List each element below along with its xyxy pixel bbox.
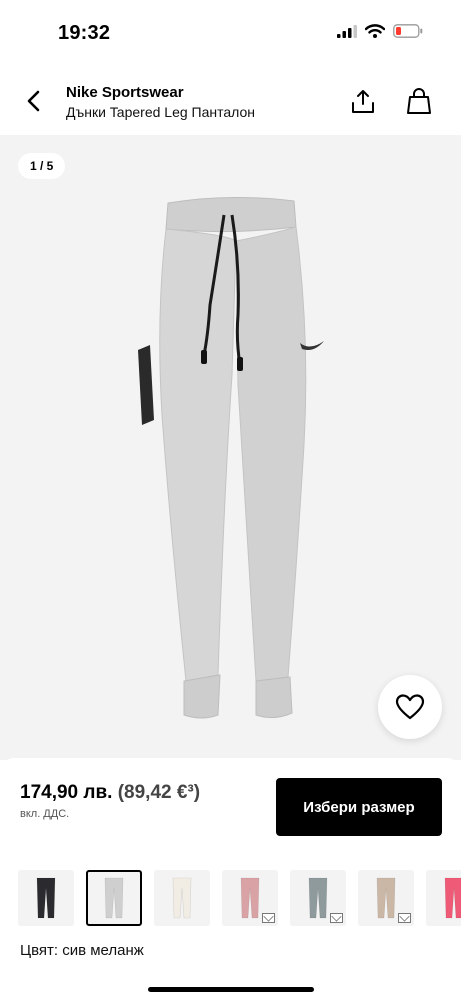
price-euro: (89,42 €³) bbox=[117, 782, 201, 803]
share-button[interactable] bbox=[348, 86, 378, 116]
vat-note: вкл. ДДС. bbox=[20, 808, 70, 820]
signal-icon bbox=[337, 24, 357, 43]
swatch-pants-thumbnail bbox=[308, 877, 328, 919]
product-gallery[interactable]: 1 / 5 bbox=[0, 135, 461, 760]
product-image[interactable] bbox=[128, 195, 328, 725]
price: 174,90 лв. bbox=[20, 782, 113, 803]
purchase-panel: 174,90 лв. (89,42 €³) вкл. ДДС. Избери р… bbox=[0, 758, 461, 999]
brand-name: Nike Sportswear bbox=[66, 84, 184, 101]
notify-mail-icon bbox=[330, 913, 343, 923]
home-indicator bbox=[148, 987, 314, 992]
swatch-pants-thumbnail bbox=[104, 877, 124, 919]
color-swatch-white[interactable] bbox=[154, 870, 210, 926]
bag-icon bbox=[407, 88, 431, 114]
bag-button[interactable] bbox=[404, 86, 434, 116]
notify-mail-icon bbox=[398, 913, 411, 923]
product-name: Дънки Tapered Leg Панталон bbox=[66, 104, 255, 120]
color-swatches bbox=[18, 870, 461, 928]
wifi-icon bbox=[364, 24, 386, 43]
color-swatch-beige[interactable] bbox=[358, 870, 414, 926]
share-icon bbox=[352, 90, 374, 113]
page-counter: 1 / 5 bbox=[18, 153, 66, 179]
color-label: Цвят: сив меланж bbox=[20, 942, 144, 959]
wishlist-button[interactable] bbox=[378, 675, 442, 739]
color-swatch-black[interactable] bbox=[18, 870, 74, 926]
battery-low-icon bbox=[393, 24, 423, 43]
swatch-pants-thumbnail bbox=[240, 877, 260, 919]
heart-icon bbox=[395, 694, 425, 720]
status-time: 19:32 bbox=[58, 22, 111, 44]
price-line: 174,90 лв. (89,42 €³) bbox=[20, 782, 200, 804]
color-swatch-grey[interactable] bbox=[86, 870, 142, 926]
select-size-button[interactable]: Избери размер bbox=[276, 778, 442, 836]
swatch-pants-thumbnail bbox=[36, 877, 56, 919]
status-bar: 19:32 bbox=[0, 0, 461, 62]
back-button[interactable] bbox=[18, 86, 48, 116]
color-swatch-slate[interactable] bbox=[290, 870, 346, 926]
color-swatch-hot-pink[interactable] bbox=[426, 870, 461, 926]
swatch-pants-thumbnail bbox=[444, 877, 461, 919]
back-icon bbox=[27, 90, 40, 112]
battery-level bbox=[396, 27, 401, 35]
notify-mail-icon bbox=[262, 913, 275, 923]
product-header: Nike Sportswear Дънки Tapered Leg Пантал… bbox=[0, 70, 461, 134]
status-icons bbox=[337, 24, 423, 43]
swatch-pants-thumbnail bbox=[172, 877, 192, 919]
swatch-pants-thumbnail bbox=[376, 877, 396, 919]
color-swatch-pink[interactable] bbox=[222, 870, 278, 926]
